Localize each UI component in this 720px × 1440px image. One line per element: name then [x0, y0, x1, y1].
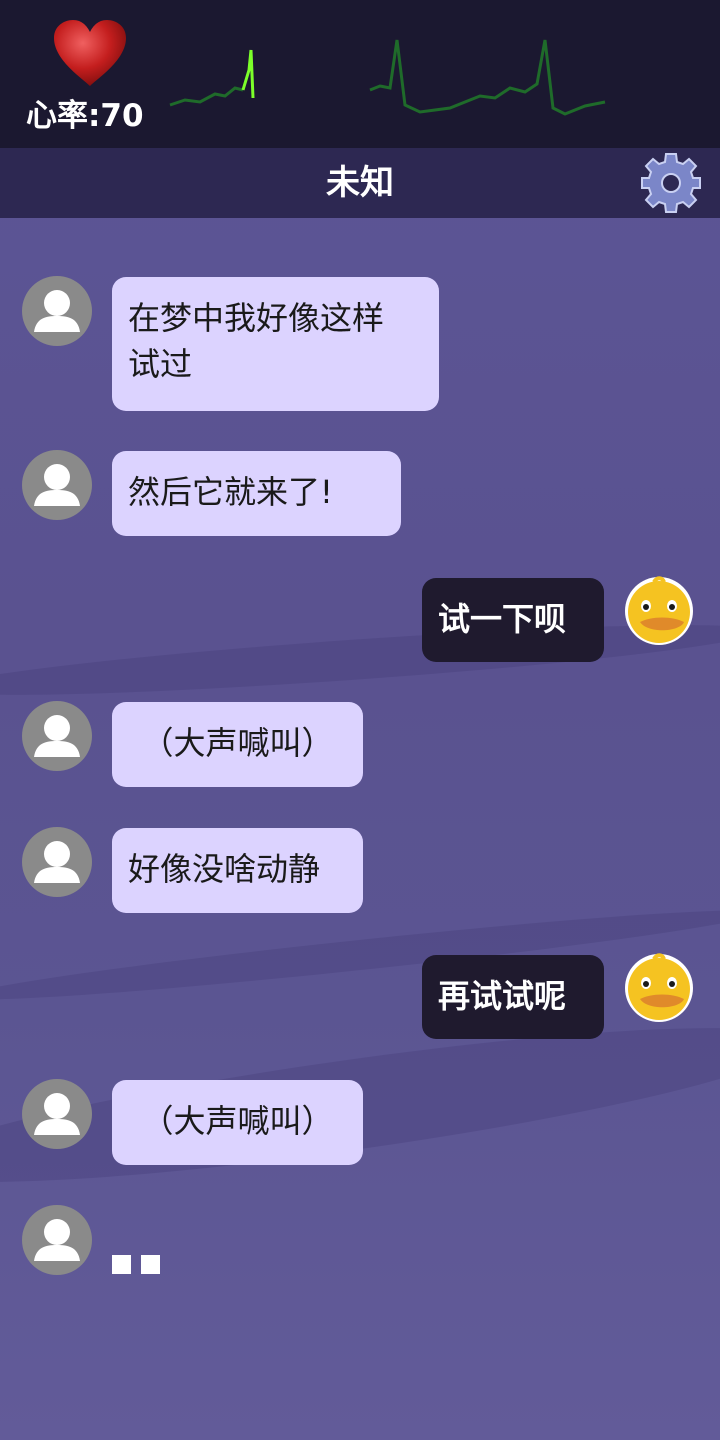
user-icon [34, 290, 80, 332]
contact-avatar[interactable] [22, 827, 92, 897]
background-streak [0, 611, 720, 709]
message-bubble-sent: 试一下呗 [422, 578, 604, 662]
contact-avatar[interactable] [22, 1205, 92, 1275]
message-bubble-received: 然后它就来了! [112, 451, 401, 536]
contact-avatar[interactable] [22, 1079, 92, 1149]
message-bubble-received: （大声喊叫） [112, 702, 363, 787]
user-icon [34, 464, 80, 506]
typing-indicator-dot [112, 1255, 131, 1274]
duck-icon[interactable] [624, 953, 694, 1023]
background-streak [0, 898, 720, 1012]
message-bubble-received: 好像没啥动静 [112, 828, 363, 913]
message-bubble-received: （大声喊叫） [112, 1080, 363, 1165]
duck-icon[interactable] [624, 576, 694, 646]
heart-icon [54, 20, 126, 86]
message-bubble-received: 在梦中我好像这样 试过 [112, 277, 439, 411]
user-icon [34, 715, 80, 757]
heart-rate-bar: 心率:70 [0, 0, 720, 148]
typing-indicator-dot [141, 1255, 160, 1274]
user-icon [34, 1219, 80, 1261]
chat-title-bar: 未知 [0, 148, 720, 218]
contact-avatar[interactable] [22, 450, 92, 520]
contact-avatar[interactable] [22, 276, 92, 346]
ecg-waveform [169, 39, 606, 116]
message-bubble-sent: 再试试呢 [422, 955, 604, 1039]
gear-icon[interactable] [640, 152, 702, 214]
contact-avatar[interactable] [22, 701, 92, 771]
chat-title: 未知 [326, 163, 394, 203]
heart-rate-label: 心率:70 [26, 98, 144, 134]
user-icon [34, 841, 80, 883]
user-icon [34, 1093, 80, 1135]
